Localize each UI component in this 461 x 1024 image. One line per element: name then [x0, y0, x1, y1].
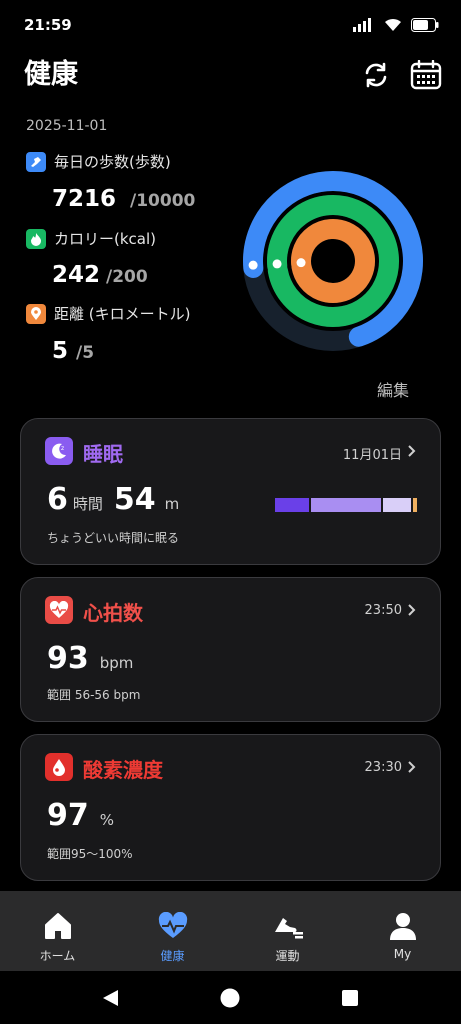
sleep-stage-deep — [275, 498, 309, 512]
distance-label-row: 距離 (キロメートル) — [26, 303, 190, 324]
running-shoe-icon — [271, 911, 305, 941]
battery-icon — [411, 17, 439, 36]
steps-value-row: 7216 /10000 — [52, 186, 195, 212]
steps-value: 7216 — [52, 186, 117, 212]
calories-value-row: 242 /200 — [52, 262, 148, 288]
chevron-right-icon — [407, 443, 416, 462]
oxygen-value: 97 — [47, 798, 89, 833]
back-triangle-icon — [103, 990, 118, 1006]
oxygen-unit: % — [99, 811, 115, 829]
steps-goal: /10000 — [130, 191, 196, 211]
nav-health[interactable]: 健康 — [115, 891, 230, 971]
sleep-stage-light — [311, 498, 381, 512]
heart-rate-time: 23:50 — [364, 603, 402, 618]
sleep-card[interactable]: z 睡眠 11月01日 6 時間 54 m ちょうどいい時間に眠る — [20, 418, 441, 565]
activity-rings[interactable] — [240, 168, 426, 358]
sleep-hours-unit: 時間 — [72, 495, 103, 513]
svg-text:z: z — [61, 445, 64, 452]
oxygen-range: 範囲95～100% — [47, 847, 133, 861]
nav-my-label: My — [393, 947, 412, 961]
sync-icon — [365, 62, 387, 88]
sleep-title: 睡眠 — [83, 442, 123, 466]
heart-pulse-icon — [45, 596, 73, 624]
heart-pulse-icon — [157, 911, 189, 941]
oxygen-title: 酸素濃度 — [83, 758, 163, 782]
nav-exercise[interactable]: 運動 — [230, 891, 345, 971]
oxygen-card[interactable]: 酸素濃度 23:30 97 % 範囲95～100% — [20, 734, 441, 881]
sleep-date: 11月01日 — [342, 448, 402, 463]
summary-date: 2025-11-01 — [26, 118, 108, 134]
signal-icon — [353, 17, 375, 36]
nav-health-label: 健康 — [160, 949, 185, 963]
steps-label: 毎日の歩数(歩数) — [54, 153, 171, 171]
back-button[interactable] — [99, 987, 121, 1009]
nav-home[interactable]: ホーム — [0, 891, 115, 971]
nav-home-label: ホーム — [39, 949, 76, 963]
bottom-nav: ホーム 健康 運動 My — [0, 891, 461, 971]
nav-my[interactable]: My — [345, 891, 460, 971]
blood-drop-icon — [45, 753, 73, 781]
page-title: 健康 — [24, 59, 78, 90]
status-time: 21:59 — [24, 16, 72, 34]
status-bar: 21:59 — [0, 0, 461, 50]
oxygen-time: 23:30 — [364, 760, 402, 775]
sleep-note: ちょうどいい時間に眠る — [47, 531, 180, 545]
sleep-stage-bar — [275, 498, 418, 512]
moon-icon: z — [45, 437, 73, 465]
steps-label-row: 毎日の歩数(歩数) — [26, 151, 171, 172]
calories-label-row: カロリー(kcal) — [26, 228, 156, 249]
recents-square-icon — [342, 990, 358, 1006]
steps-ring-icon — [248, 260, 258, 270]
system-nav — [0, 971, 461, 1024]
user-icon — [388, 911, 418, 941]
sync-button[interactable] — [359, 58, 393, 92]
distance-label: 距離 (キロメートル) — [54, 305, 191, 323]
distance-ring-icon — [296, 258, 306, 268]
heart-rate-unit: bpm — [99, 654, 134, 672]
calories-label: カロリー(kcal) — [54, 230, 156, 248]
sleep-stage-awake — [413, 498, 417, 512]
location-pin-icon — [26, 303, 46, 324]
calendar-button[interactable] — [409, 58, 443, 92]
distance-ring-progress — [291, 219, 375, 303]
home-circle-icon — [220, 988, 240, 1008]
heart-rate-value: 93 — [47, 641, 89, 676]
nav-exercise-label: 運動 — [275, 949, 300, 963]
sleep-minutes-unit: m — [164, 495, 180, 513]
home-system-button[interactable] — [219, 987, 241, 1009]
calories-ring-icon — [272, 259, 282, 269]
calories-value: 242 — [52, 262, 101, 288]
sleep-duration: 6 時間 54 m — [47, 482, 179, 517]
chevron-right-icon — [407, 602, 416, 621]
heart-rate-title: 心拍数 — [83, 601, 143, 625]
sleep-minutes: 54 — [113, 482, 156, 517]
oxygen-value-row: 97 % — [47, 798, 114, 833]
sleep-stage-rem — [383, 498, 411, 512]
home-icon — [43, 911, 73, 941]
sleep-hours: 6 — [47, 482, 68, 517]
heart-rate-value-row: 93 bpm — [47, 641, 133, 676]
chevron-right-icon — [407, 759, 416, 778]
heart-rate-card[interactable]: 心拍数 23:50 93 bpm 範囲 56-56 bpm — [20, 577, 441, 722]
distance-value: 5 — [52, 338, 69, 364]
wifi-icon — [384, 17, 402, 36]
recents-button[interactable] — [339, 987, 361, 1009]
calories-goal: /200 — [106, 267, 148, 287]
edit-button[interactable]: 編集 — [377, 377, 409, 401]
distance-goal: /5 — [76, 343, 95, 363]
shoe-icon — [26, 151, 46, 172]
distance-value-row: 5 /5 — [52, 338, 94, 364]
flame-icon — [26, 228, 46, 249]
heart-rate-range: 範囲 56-56 bpm — [47, 688, 141, 702]
calendar-icon — [410, 60, 442, 90]
